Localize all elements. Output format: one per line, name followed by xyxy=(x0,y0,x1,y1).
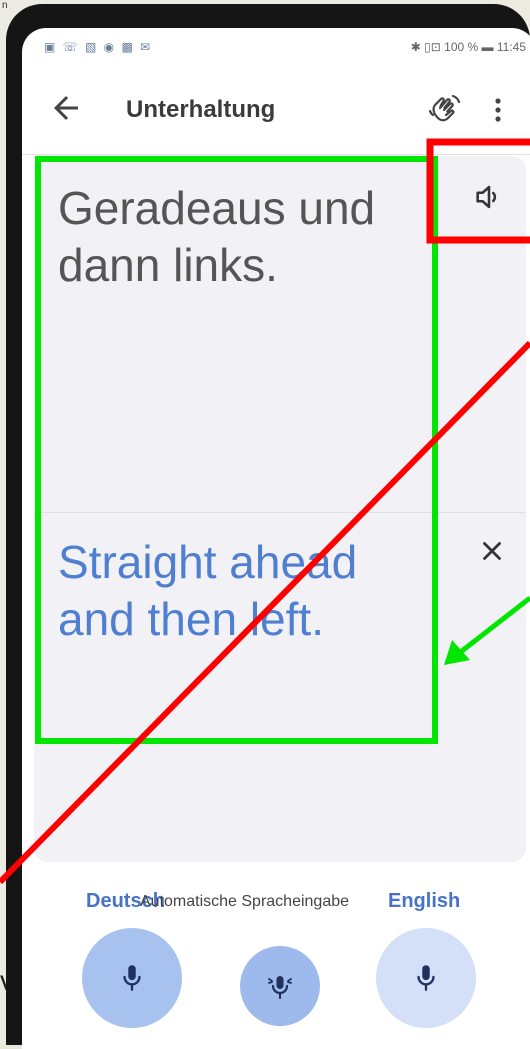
auto-mic-icon xyxy=(268,976,292,1000)
source-text: Geradeaus und dann links. xyxy=(58,182,376,291)
target-text: Straight ahead and then left. xyxy=(58,536,358,645)
mic-button-german[interactable] xyxy=(82,928,182,1028)
speaker-icon[interactable] xyxy=(472,180,506,214)
status-bar: ▣ ☏ ▧ ◉ ▩ ✉ ✱ ▯⊡ 100 % ▬ 11:45 xyxy=(22,28,530,68)
card-divider xyxy=(34,512,526,513)
wave-hand-icon[interactable] xyxy=(426,88,466,128)
close-icon[interactable] xyxy=(477,536,507,566)
page-title: Unterhaltung xyxy=(126,96,276,123)
phone-frame: ▣ ☏ ▧ ◉ ▩ ✉ ✱ ▯⊡ 100 % ▬ 11:45 Unterhalt… xyxy=(6,4,530,1049)
language-auto-detect[interactable]: Automatische Spracheingabe xyxy=(140,893,349,911)
mic-button-auto[interactable] xyxy=(240,946,320,1026)
status-right: ✱ ▯⊡ 100 % ▬ 11:45 xyxy=(410,40,526,54)
phone-screen: ▣ ☏ ▧ ◉ ▩ ✉ ✱ ▯⊡ 100 % ▬ 11:45 Unterhalt… xyxy=(22,28,530,1049)
more-vert-icon[interactable] xyxy=(488,94,508,126)
mic-button-english[interactable] xyxy=(376,928,476,1028)
mic-icon xyxy=(123,965,141,991)
app-bar: Unterhaltung xyxy=(22,68,530,155)
status-icons-left: ▣ ☏ ▧ ◉ ▩ ✉ xyxy=(44,40,153,54)
corner-text: n xyxy=(2,0,8,11)
back-arrow-icon[interactable] xyxy=(48,90,84,126)
language-english[interactable]: English xyxy=(388,890,460,913)
mic-icon xyxy=(417,965,435,991)
